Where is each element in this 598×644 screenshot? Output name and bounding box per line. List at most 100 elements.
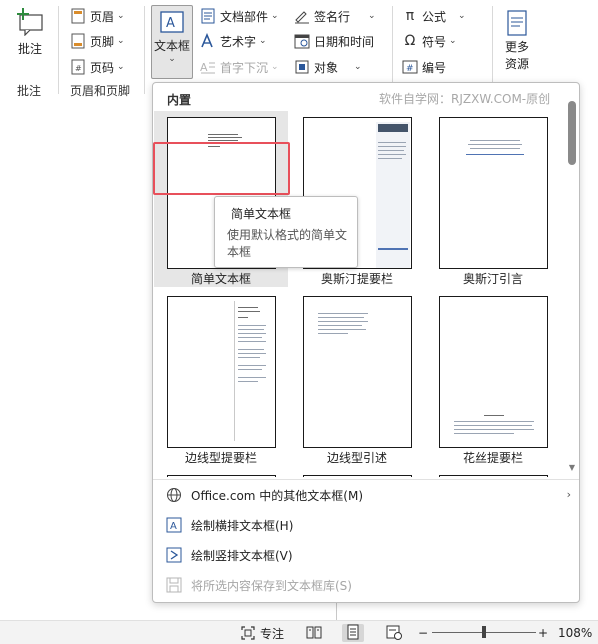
gallery-item-partial[interactable]	[426, 469, 560, 477]
signature-icon	[294, 8, 310, 24]
group-divider	[492, 6, 493, 94]
pi-icon: π	[405, 8, 415, 24]
gallery-thumbnail	[439, 117, 548, 269]
zoom-level[interactable]: 108%	[558, 624, 592, 642]
chevron-down-icon: ⌄	[259, 36, 267, 46]
focus-mode-button[interactable]: 专注	[240, 624, 284, 642]
gallery-item-austin-quote[interactable]: 奥斯汀引言	[426, 111, 560, 287]
header-label: 页眉	[90, 9, 115, 24]
horizontal-textbox-icon: A	[165, 516, 183, 534]
symbol-button[interactable]: Ω 符号 ⌄	[402, 30, 457, 52]
scrollbar-thumb[interactable]	[568, 101, 576, 165]
menu-item-label: Office.com 中的其他文本框(M)	[191, 488, 364, 503]
quick-parts-icon	[200, 8, 216, 24]
tooltip-title: 简单文本框	[231, 207, 292, 221]
gallery-item-filigree-sidebar[interactable]: 花丝提要栏	[426, 290, 560, 466]
gallery-thumbnail	[167, 296, 276, 448]
gallery-thumbnail	[303, 475, 412, 477]
save-selection-to-gallery-menu-item[interactable]: 将所选内容保存到文本框库(S)	[153, 571, 579, 599]
date-time-button[interactable]: 日期和时间	[294, 30, 374, 52]
gallery-item-label: 边线型引述	[326, 451, 387, 465]
quick-parts-label: 文档部件	[220, 9, 269, 24]
gallery-thumbnail	[439, 296, 548, 448]
header-footer-group-label: 页眉和页脚	[70, 84, 131, 98]
group-divider	[58, 6, 59, 94]
number-button[interactable]: # 编号	[402, 56, 446, 78]
svg-text:A: A	[200, 61, 208, 74]
equation-button[interactable]: π 公式 ⌄	[402, 5, 466, 27]
object-icon	[294, 59, 310, 75]
object-button[interactable]: 对象 ⌄	[294, 56, 362, 78]
svg-text:A: A	[170, 521, 177, 532]
section-title: 内置	[167, 93, 192, 107]
more-textboxes-office-menu-item[interactable]: Office.com 中的其他文本框(M) ›	[153, 481, 579, 509]
gallery-item-partial[interactable]	[154, 469, 288, 477]
drop-cap-icon: A	[200, 59, 216, 75]
calendar-icon	[294, 33, 310, 49]
draw-horizontal-textbox-menu-item[interactable]: A 绘制横排文本框(H)	[153, 511, 579, 539]
gallery-thumbnail	[167, 475, 276, 477]
chevron-down-icon: ⌄	[168, 54, 176, 64]
header-button[interactable]: 页眉 ⌄	[70, 5, 125, 27]
menu-divider	[153, 479, 579, 480]
svg-text:#: #	[406, 64, 414, 74]
scroll-down-icon[interactable]: ▼	[567, 463, 577, 472]
wordart-button[interactable]: 艺术字 ⌄	[200, 30, 267, 52]
textbox-icon: A	[160, 11, 184, 33]
quick-parts-button[interactable]: 文档部件 ⌄	[200, 5, 279, 27]
tooltip-description: 使用默认格式的简单文本框	[227, 228, 348, 259]
date-time-label: 日期和时间	[314, 34, 375, 49]
wordart-label: 艺术字	[220, 34, 257, 49]
page-number-button[interactable]: # 页码 ⌄	[70, 56, 125, 78]
header-icon	[70, 8, 86, 24]
signature-line-label: 签名行	[314, 9, 351, 24]
chevron-down-icon: ⌄	[117, 62, 125, 72]
more-resources-label-2: 资源	[504, 57, 529, 71]
gallery-thumbnail	[303, 296, 412, 448]
zoom-in-button[interactable]: +	[538, 624, 548, 642]
gallery-item-partial[interactable]	[290, 469, 424, 477]
symbol-label: 符号	[422, 34, 447, 49]
comment-button[interactable]: 批注	[8, 6, 52, 57]
zoom-out-button[interactable]: −	[418, 624, 428, 642]
gallery-item-label: 边线型提要栏	[184, 451, 257, 465]
read-mode-button[interactable]	[306, 624, 322, 642]
footer-button[interactable]: 页脚 ⌄	[70, 30, 125, 52]
more-resources-button[interactable]: 更多 资源	[500, 10, 534, 72]
textbox-label: 文本框	[153, 39, 190, 53]
footer-icon	[70, 33, 86, 49]
zoom-slider-thumb[interactable]	[482, 626, 486, 638]
comment-group-label: 批注	[17, 84, 42, 98]
comment-icon	[14, 6, 46, 37]
zoom-plus-icon: +	[538, 626, 549, 640]
comment-button-label: 批注	[17, 42, 42, 56]
footer-label: 页脚	[90, 34, 115, 49]
page-number-icon: #	[70, 59, 86, 75]
chevron-down-icon: ⌄	[271, 11, 279, 21]
textbox-gallery-dropdown: 内置 软件自学网：RJZXW.COM-原创 简单文本框 奥斯汀提要栏 奥斯汀引言…	[152, 82, 580, 603]
chevron-right-icon: ›	[566, 488, 571, 501]
globe-icon	[165, 486, 183, 504]
more-resources-label-1: 更多	[504, 40, 529, 54]
zoom-slider[interactable]	[432, 624, 536, 642]
chevron-down-icon: ⌄	[458, 11, 466, 21]
document-icon	[506, 10, 528, 36]
draw-vertical-textbox-menu-item[interactable]: 绘制竖排文本框(V)	[153, 541, 579, 569]
chevron-down-icon: ⌄	[117, 11, 125, 21]
signature-line-button[interactable]: 签名行 ⌄	[294, 5, 376, 27]
group-divider	[392, 6, 393, 94]
omega-icon: Ω	[404, 33, 416, 49]
gallery-tooltip: 简单文本框 使用默认格式的简单文本框	[214, 196, 358, 268]
gallery-item-sideline-sidebar[interactable]: 边线型提要栏	[154, 290, 288, 466]
drop-cap-button[interactable]: A 首字下沉 ⌄	[200, 56, 279, 78]
web-layout-icon	[386, 624, 402, 643]
book-icon	[306, 624, 322, 643]
textbox-button[interactable]: A 文本框 ⌄	[151, 5, 193, 79]
gallery-scrollbar[interactable]: ▼	[565, 97, 579, 479]
gallery-item-label: 花丝提要栏	[462, 451, 523, 465]
print-layout-button[interactable]	[342, 624, 364, 642]
focus-icon	[240, 625, 256, 641]
chevron-down-icon: ⌄	[271, 62, 279, 72]
gallery-item-sideline-quote[interactable]: 边线型引述	[290, 290, 424, 466]
web-layout-button[interactable]	[386, 624, 402, 642]
